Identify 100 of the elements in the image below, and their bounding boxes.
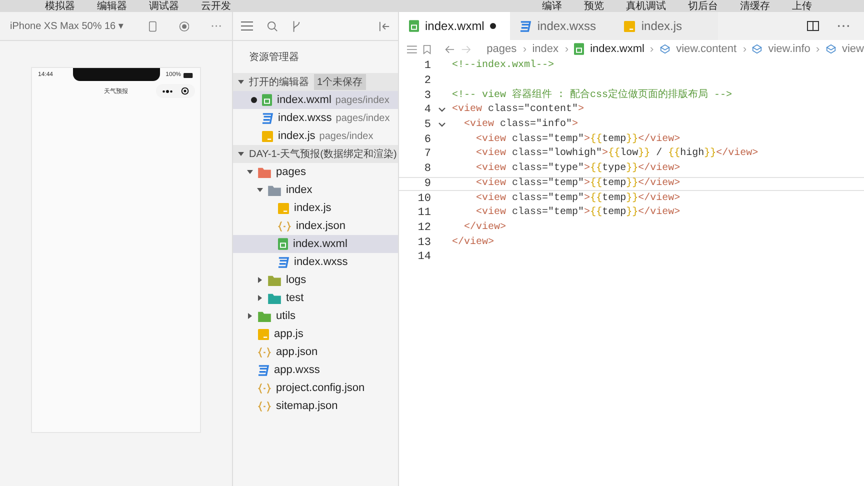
branch-icon[interactable]	[292, 20, 301, 32]
chevron-icon	[522, 46, 526, 52]
line-number: 12	[416, 222, 431, 234]
breadcrumb-item[interactable]: view	[842, 43, 864, 55]
tree-item[interactable]: index.json	[233, 217, 398, 235]
caret-icon[interactable]	[257, 187, 263, 193]
back-arrow-icon[interactable]	[444, 44, 455, 54]
open-editor-item[interactable]: index.wxss pages/index	[233, 109, 398, 127]
menu-item[interactable]: 编译	[542, 0, 562, 12]
caret-icon[interactable]	[257, 295, 263, 301]
more-icon[interactable]	[211, 24, 222, 28]
section-label: DAY-1-天气预报(数据绑定和渲染)	[249, 148, 397, 161]
list-icon[interactable]	[407, 44, 417, 54]
cube-icon	[660, 44, 670, 54]
fold-chevron-icon[interactable]	[438, 107, 446, 114]
fold-chevron-icon[interactable]	[438, 122, 446, 128]
search-icon[interactable]	[267, 20, 278, 32]
css-file-icon	[520, 20, 532, 32]
line-number: 5	[423, 119, 431, 132]
line-number: 13	[416, 236, 431, 249]
breadcrumb-item[interactable]: index	[532, 43, 558, 55]
menu-item[interactable]: 云开发	[201, 0, 231, 12]
code-line: <view class="lowhigh">{{low}} / {{high}}</view>	[475, 147, 758, 162]
line-number: 10	[416, 192, 431, 205]
tree-item[interactable]: app.js	[233, 325, 398, 343]
line-number: 4	[423, 104, 431, 116]
menu-item[interactable]: 真机调试	[626, 0, 666, 12]
menu-item[interactable]: 清缓存	[740, 0, 770, 12]
panel-title: 资源管理器	[248, 51, 300, 65]
cube-icon	[752, 44, 762, 54]
code-line: <view class="type">{{type}}</view>	[475, 162, 680, 176]
device-selector[interactable]: iPhone XS Max 50% 16 ▾	[10, 20, 124, 32]
bookmark-icon[interactable]	[422, 44, 431, 54]
css-file-icon	[258, 364, 269, 376]
line-number: 11	[416, 207, 431, 220]
tree-item[interactable]: app.wxss	[233, 361, 398, 379]
section-header[interactable]: 打开的编辑器 1个未保存	[233, 73, 398, 91]
file-icon	[624, 20, 636, 32]
editor-tab[interactable]: index.wxss	[510, 12, 614, 40]
menu-item[interactable]: 调试器	[149, 0, 179, 12]
code-line: <view class="temp">{{temp}}</view>	[475, 192, 680, 206]
record-icon[interactable]	[178, 20, 190, 32]
unsaved-badge: 1个未保存	[314, 74, 366, 90]
open-editor-item[interactable]: index.wxml pages/index	[233, 91, 398, 109]
caret-icon[interactable]	[247, 313, 253, 319]
tree-item[interactable]: index.wxml	[233, 235, 398, 253]
tree-item[interactable]: utils	[233, 307, 398, 325]
collapse-icon[interactable]	[379, 20, 390, 32]
code-line: <!-- view 容器组件 : 配合css定位做页面的排版布局 -->	[452, 88, 732, 103]
menu-item[interactable]: 模拟器	[45, 0, 75, 12]
line-number: 2	[423, 75, 431, 88]
menu-item[interactable]: 编辑器	[97, 0, 127, 12]
file-icon	[278, 202, 289, 214]
breadcrumb-item[interactable]: view.content	[676, 43, 737, 55]
editor-tab[interactable]: index.wxml	[399, 12, 510, 40]
code-line: <!--index.wxml-->	[452, 59, 554, 74]
code-line: <view class="temp">{{temp}}</view>	[475, 206, 680, 220]
breadcrumb-item[interactable]: index.wxml	[590, 43, 644, 55]
braces-icon	[258, 382, 271, 394]
caret-icon[interactable]	[238, 79, 244, 85]
tree-item[interactable]: index	[233, 181, 398, 199]
menu-item[interactable]: 切后台	[688, 0, 718, 12]
chevron-icon	[742, 46, 746, 52]
tree-item[interactable]: index.wxss	[233, 253, 398, 271]
braces-icon	[278, 220, 291, 232]
braces-icon	[258, 400, 271, 412]
tree-item[interactable]: index.js	[233, 199, 398, 217]
phone-icon[interactable]	[149, 20, 157, 32]
caret-icon[interactable]	[257, 277, 263, 283]
css-file-icon	[278, 256, 289, 268]
list-icon[interactable]	[241, 21, 253, 31]
breadcrumb-item[interactable]: view.info	[768, 43, 810, 55]
more-icon[interactable]	[837, 24, 850, 28]
tree-item[interactable]: app.json	[233, 343, 398, 361]
cube-icon	[826, 44, 836, 54]
tree-item[interactable]: test	[233, 289, 398, 307]
caret-icon[interactable]	[238, 151, 244, 157]
code-line: <view class="temp">{{temp}}</view>	[475, 132, 680, 147]
section-label: 打开的编辑器	[249, 76, 309, 89]
section-header[interactable]: DAY-1-天气预报(数据绑定和渲染)	[233, 145, 398, 163]
chevron-icon	[650, 46, 654, 52]
tree-item[interactable]: sitemap.json	[233, 397, 398, 415]
css-file-icon	[262, 112, 273, 124]
open-editor-item[interactable]: index.js pages/index	[233, 127, 398, 145]
tree-item[interactable]: pages	[233, 163, 398, 181]
file-icon	[574, 43, 584, 55]
braces-icon	[258, 346, 271, 358]
menu-item[interactable]: 预览	[584, 0, 604, 12]
tree-item[interactable]: project.config.json	[233, 379, 398, 397]
split-editor-icon[interactable]	[807, 21, 819, 31]
capsule-buttons[interactable]	[156, 84, 195, 98]
breadcrumb-item[interactable]: pages	[486, 43, 517, 55]
file-icon	[409, 20, 419, 32]
caret-icon[interactable]	[247, 169, 253, 175]
editor-tab[interactable]: index.js	[614, 12, 718, 40]
menu-item[interactable]: 上传	[792, 0, 812, 12]
line-number: 9	[423, 178, 431, 190]
code-line: <view class="content">	[452, 103, 584, 118]
tree-item[interactable]: logs	[233, 271, 398, 289]
chevron-icon	[564, 46, 568, 52]
